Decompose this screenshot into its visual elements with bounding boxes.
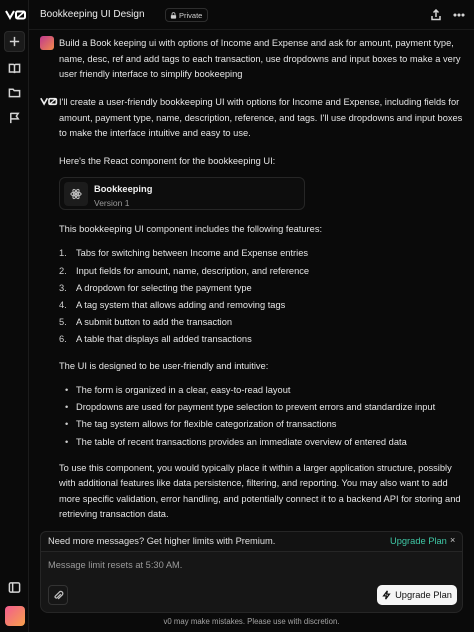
attach-button[interactable]	[48, 585, 68, 605]
design-points-list: • The form is organized in a clear, easy-…	[59, 382, 469, 451]
upgrade-plan-button-label: Upgrade Plan	[395, 590, 452, 600]
v0-assistant-icon	[40, 97, 58, 106]
list-text: The tag system allows for flexible categ…	[76, 419, 337, 430]
features-list: 1. Tabs for switching between Income and …	[59, 246, 469, 349]
component-card[interactable]: Bookkeeping Version 1	[59, 177, 305, 210]
list-text: A tag system that allows adding and remo…	[76, 299, 286, 310]
list-number: 4.	[59, 299, 67, 310]
banner-message: Need more messages? Get higher limits wi…	[48, 536, 276, 546]
list-text: Tabs for switching between Income and Ex…	[76, 248, 309, 259]
react-icon-box	[64, 182, 88, 206]
upgrade-banner: Need more messages? Get higher limits wi…	[40, 531, 463, 551]
list-text: Dropdowns are used for payment type sele…	[76, 402, 436, 413]
list-text: A table that displays all added transact…	[76, 334, 252, 345]
list-number: 6.	[59, 334, 67, 345]
new-chat-button[interactable]	[4, 31, 25, 52]
bullet: •	[65, 436, 69, 447]
list-number: 1.	[59, 248, 67, 259]
list-item: 1. Tabs for switching between Income and …	[59, 246, 469, 263]
sidebar-icon	[8, 582, 21, 593]
header: Bookkeeping UI Design Private	[29, 0, 474, 30]
assistant-intro: I'll create a user-friendly bookkeeping …	[59, 97, 463, 138]
list-item: • The table of recent transactions provid…	[59, 434, 469, 451]
design-intro: The UI is designed to be user-friendly a…	[59, 360, 269, 371]
react-icon	[70, 188, 82, 200]
assistant-avatar	[40, 97, 58, 109]
share-button[interactable]	[430, 8, 444, 22]
feedback-button[interactable]	[4, 107, 25, 128]
bullet: •	[65, 384, 69, 395]
projects-button[interactable]	[4, 82, 25, 103]
user-message-avatar	[40, 36, 54, 50]
folder-icon	[8, 88, 21, 98]
lock-icon	[170, 11, 177, 19]
list-number: 3.	[59, 282, 67, 293]
message-input[interactable]: Message limit resets at 5:30 AM.	[48, 560, 182, 570]
upgrade-plan-button[interactable]: Upgrade Plan	[377, 585, 457, 605]
more-options-button[interactable]	[453, 8, 467, 22]
component-card-version: Version 1	[94, 198, 130, 208]
more-icon	[453, 13, 465, 17]
list-number: 2.	[59, 265, 67, 276]
close-banner-button[interactable]: ×	[450, 535, 455, 545]
list-item: 6. A table that displays all added transa…	[59, 331, 469, 348]
upgrade-plan-link[interactable]: Upgrade Plan	[390, 536, 447, 546]
list-text: Input fields for amount, name, descripti…	[76, 265, 310, 276]
list-text: A dropdown for selecting the payment typ…	[76, 282, 252, 293]
list-item: • The tag system allows for flexible cate…	[59, 417, 469, 434]
library-button[interactable]	[4, 58, 25, 79]
disclaimer: v0 may make mistakes. Please use with di…	[163, 617, 340, 626]
message-composer: Message limit resets at 5:30 AM. Upgrade…	[40, 551, 463, 613]
conversation: Build a Book keeping ui with options of …	[29, 30, 474, 530]
user-avatar[interactable]	[5, 606, 25, 626]
list-text: The form is organized in a clear, easy-t…	[76, 384, 291, 395]
list-item: • Dropdowns are used for payment type sel…	[59, 399, 469, 416]
left-rail	[0, 0, 29, 632]
list-item: • The form is organized in a clear, easy-…	[59, 382, 469, 399]
features-intro: This bookkeeping UI component includes t…	[59, 224, 323, 234]
list-text: The table of recent transactions provide…	[76, 436, 407, 447]
private-label: Private	[179, 10, 203, 20]
flag-icon	[10, 112, 20, 124]
chat-title[interactable]: Bookkeeping UI Design	[40, 9, 145, 20]
plus-icon	[9, 36, 20, 47]
component-intro: Here's the React component for the bookk…	[59, 155, 276, 166]
user-message: Build a Book keeping ui with options of …	[59, 38, 461, 79]
bullet: •	[65, 402, 69, 413]
bullet: •	[65, 419, 69, 430]
list-item: 2. Input fields for amount, name, descrip…	[59, 263, 469, 280]
paperclip-icon	[53, 590, 63, 599]
list-item: 5. A submit button to add the transaction	[59, 314, 469, 331]
list-item: 3. A dropdown for selecting the payment t…	[59, 280, 469, 297]
toggle-sidebar-button[interactable]	[4, 577, 25, 598]
v0-logo-icon	[5, 10, 26, 21]
lightning-icon	[382, 590, 391, 600]
closing-paragraph: To use this component, you would typical…	[59, 462, 461, 520]
v0-logo[interactable]	[5, 10, 27, 21]
assistant-message: I'll create a user-friendly bookkeeping …	[59, 95, 469, 523]
share-icon	[431, 8, 441, 21]
list-number: 5.	[59, 317, 67, 328]
list-text: A submit button to add the transaction	[76, 317, 233, 328]
list-item: 4. A tag system that allows adding and re…	[59, 297, 469, 314]
book-icon	[8, 63, 21, 74]
private-badge[interactable]: Private	[165, 8, 209, 22]
